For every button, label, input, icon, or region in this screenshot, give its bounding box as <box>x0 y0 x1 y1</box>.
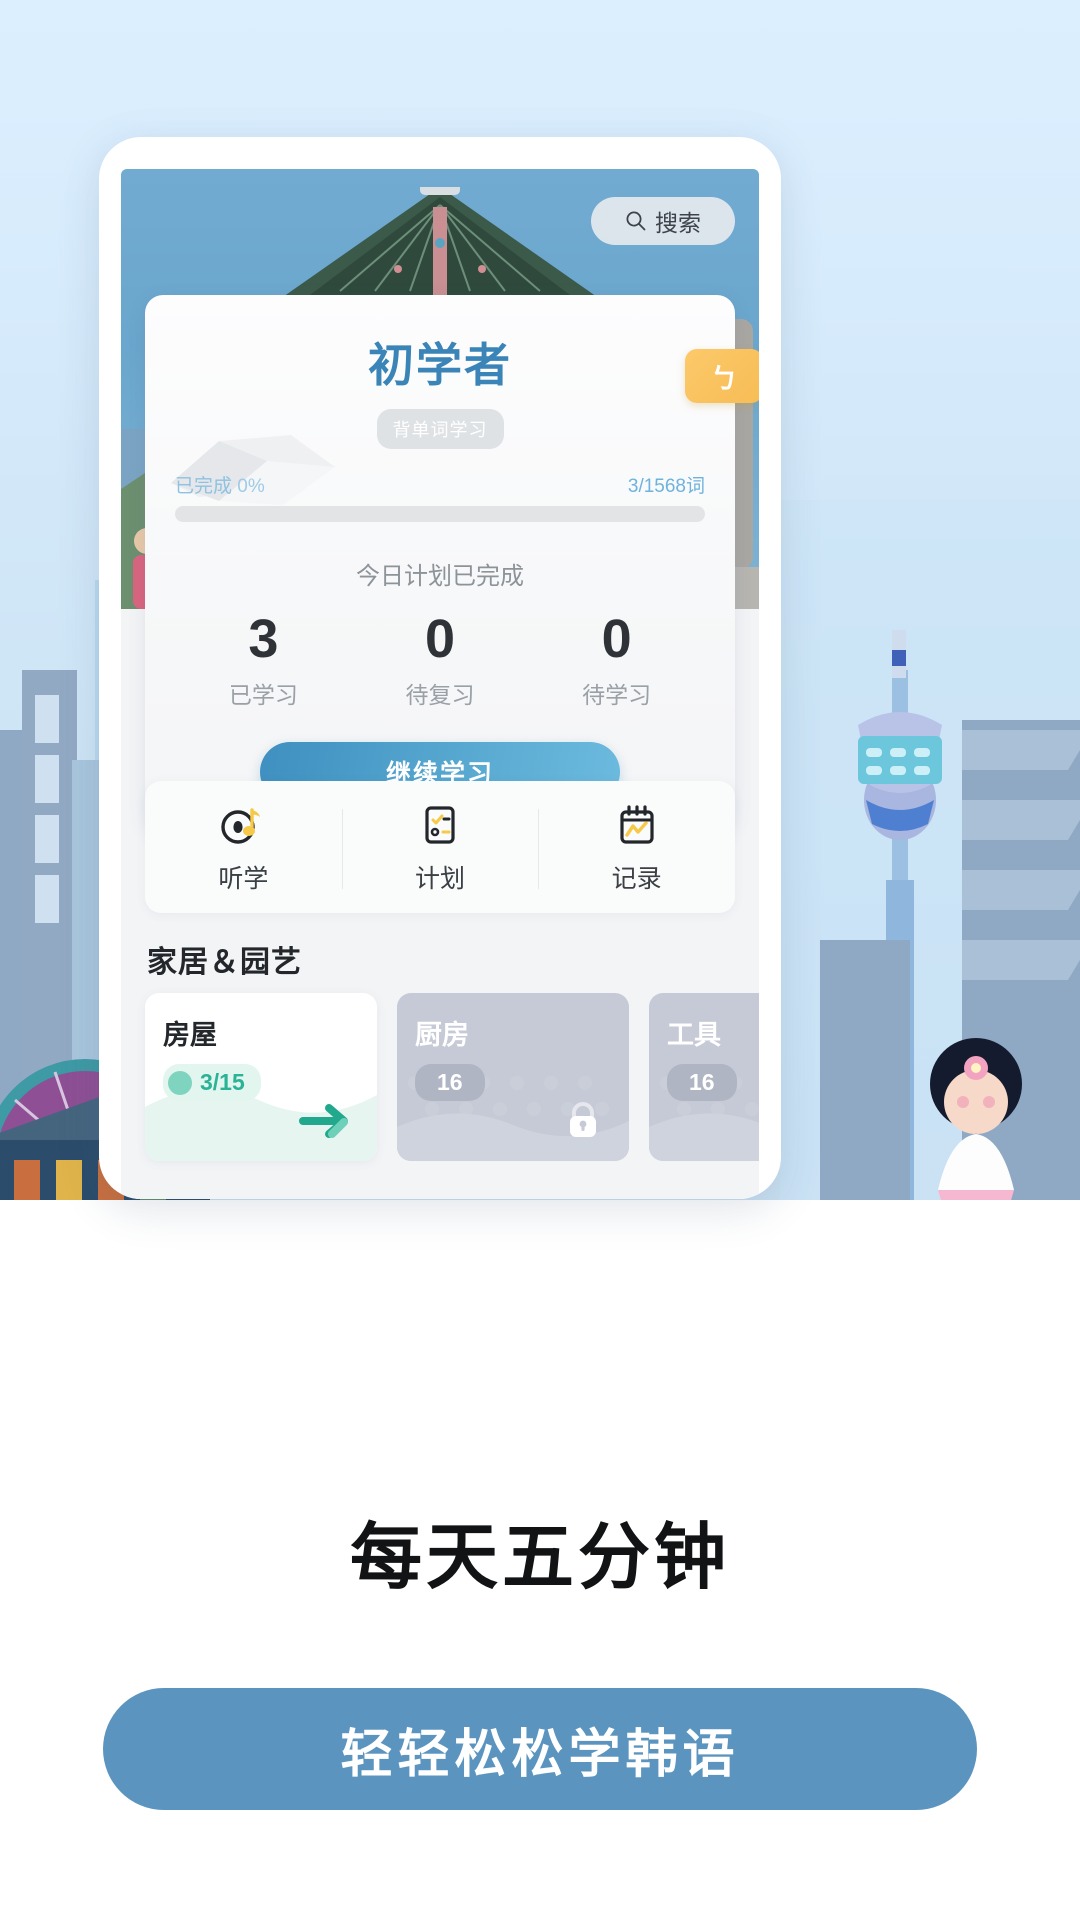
stat-label: 待复习 <box>405 681 475 708</box>
category-card-house[interactable]: 房屋 3/15 <box>145 993 377 1161</box>
category-card-count: 3/15 <box>200 1069 245 1095</box>
phone-mockup: 搜索 ㄅ 初学者 背单词学习 已完成 0% 3/1568词 今日计划已完成 3 … <box>99 137 781 1199</box>
app-screen: 搜索 ㄅ 初学者 背单词学习 已完成 0% 3/1568词 今日计划已完成 3 … <box>121 169 759 1199</box>
category-card-count-pill: 16 <box>667 1064 737 1101</box>
headphone-music-icon <box>221 808 261 844</box>
category-card-name: 房屋 <box>163 1020 217 1050</box>
category-card-name: 厨房 <box>415 1020 469 1050</box>
skyline-right-illustration <box>780 500 1080 1200</box>
category-card-count: 16 <box>437 1069 463 1095</box>
quick-action-listen[interactable]: 听学 <box>145 803 342 895</box>
hanok-roof-illustration <box>280 187 600 299</box>
progress-percent: 0% <box>237 476 265 497</box>
stat-label: 已学习 <box>228 681 298 708</box>
category-card-count: 16 <box>689 1069 715 1095</box>
stats-row: 3 已学习 0 待复习 0 待学习 <box>175 611 705 710</box>
quick-action-record[interactable]: 记录 <box>538 803 735 895</box>
lock-icon <box>570 1102 596 1137</box>
stat-to-review: 0 待复习 <box>352 611 529 710</box>
stat-to-learn: 0 待学习 <box>528 611 705 710</box>
category-card-count-pill: 16 <box>415 1064 485 1101</box>
stat-value: 3 <box>248 609 279 669</box>
stat-label: 待学习 <box>582 681 652 708</box>
quick-actions-bar: 听学 计划 记录 <box>145 781 735 913</box>
progress-labels: 已完成 0% 3/1568词 <box>175 471 705 498</box>
arrow-right-icon <box>299 1104 348 1138</box>
calendar-chart-icon <box>620 805 654 844</box>
category-card-name: 工具 <box>667 1020 721 1050</box>
promo-headline: 每天五分钟 <box>349 1518 730 1598</box>
progress-dot-icon <box>168 1070 192 1095</box>
quick-action-plan[interactable]: 计划 <box>341 803 539 895</box>
stat-value: 0 <box>424 609 456 669</box>
progress-count: 3/1568词 <box>627 476 705 497</box>
category-card-tools[interactable]: 工具 16 <box>649 993 759 1161</box>
checklist-icon <box>425 806 455 844</box>
category-card-kitchen[interactable]: 厨房 16 <box>397 993 629 1161</box>
quick-action-label: 计划 <box>415 865 466 893</box>
quick-action-label: 听学 <box>218 865 269 893</box>
promo-cta-button[interactable]: 轻轻松松学韩语 <box>103 1688 977 1810</box>
category-card-row: 房屋 3/15 厨房 16 工具 16 <box>145 993 759 1161</box>
search-button[interactable]: 搜索 <box>591 197 735 245</box>
stat-value: 0 <box>601 609 632 669</box>
today-plan-label: 今日计划已完成 <box>356 563 524 590</box>
progress-bar <box>175 506 705 522</box>
card-badge: 背单词学习 <box>376 409 504 449</box>
card-badge-row: 背单词学习 <box>175 409 705 449</box>
category-title: 家居＆园艺 <box>147 946 302 979</box>
category-card-progress: 3/15 <box>163 1064 261 1101</box>
stat-learned: 3 已学习 <box>175 611 352 710</box>
progress-completed-label: 已完成 0% <box>175 476 265 497</box>
card-title: 初学者 <box>368 339 512 391</box>
search-label: 搜索 <box>655 210 701 236</box>
quick-action-label: 记录 <box>611 865 662 893</box>
study-summary-card: ㄅ 初学者 背单词学习 已完成 0% 3/1568词 今日计划已完成 3 已学习 <box>145 295 759 832</box>
search-icon <box>626 211 646 231</box>
